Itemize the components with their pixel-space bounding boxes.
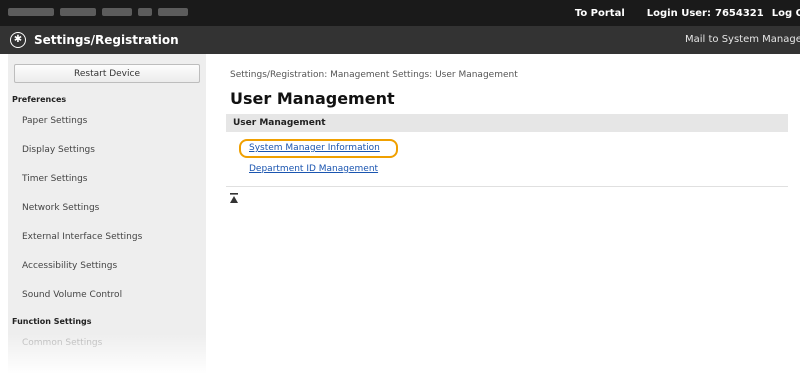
section-header-label: User Management xyxy=(233,118,326,128)
log-out-link[interactable]: Log Out xyxy=(772,8,800,19)
sidebar: Restart Device Preferences Paper Setting… xyxy=(8,54,206,374)
divider xyxy=(226,186,788,187)
sidebar-item-sound-volume-control[interactable]: Sound Volume Control xyxy=(22,290,122,300)
top-bar: To Portal Login User: 7654321 Log Out xyxy=(0,0,800,26)
app-bar: ✱ Settings/Registration Mail to System M… xyxy=(0,26,800,54)
to-portal-link[interactable]: To Portal xyxy=(575,8,625,19)
scroll-to-top-icon[interactable] xyxy=(229,193,239,203)
sidebar-item-accessibility-settings[interactable]: Accessibility Settings xyxy=(22,261,117,271)
sidebar-item-network-settings[interactable]: Network Settings xyxy=(22,203,99,213)
sidebar-item-external-interface-settings[interactable]: External Interface Settings xyxy=(22,232,142,242)
login-user-id: 7654321 xyxy=(714,7,764,19)
sidebar-item-timer-settings[interactable]: Timer Settings xyxy=(22,174,88,184)
sidebar-item-common-settings[interactable]: Common Settings xyxy=(22,338,102,348)
breadcrumb: Settings/Registration: Management Settin… xyxy=(230,70,518,80)
mail-to-system-manager-link[interactable]: Mail to System Manager xyxy=(685,34,800,45)
system-manager-information-link[interactable]: System Manager Information xyxy=(249,143,380,153)
sidebar-item-display-settings[interactable]: Display Settings xyxy=(22,145,95,155)
function-settings-heading: Function Settings xyxy=(12,317,92,326)
device-address xyxy=(8,8,238,18)
top-links: To Portal Login User: 7654321 Log Out xyxy=(575,0,800,26)
department-id-management-link[interactable]: Department ID Management xyxy=(249,164,378,174)
app-title: Settings/Registration xyxy=(34,33,179,47)
login-user-label: Login User: xyxy=(646,7,711,19)
restart-device-button[interactable]: Restart Device xyxy=(14,64,200,83)
preferences-heading: Preferences xyxy=(12,95,67,104)
page-title: User Management xyxy=(230,89,395,108)
sidebar-item-paper-settings[interactable]: Paper Settings xyxy=(22,116,87,126)
settings-registration-icon: ✱ xyxy=(10,32,26,48)
section-header: User Management xyxy=(226,114,788,132)
